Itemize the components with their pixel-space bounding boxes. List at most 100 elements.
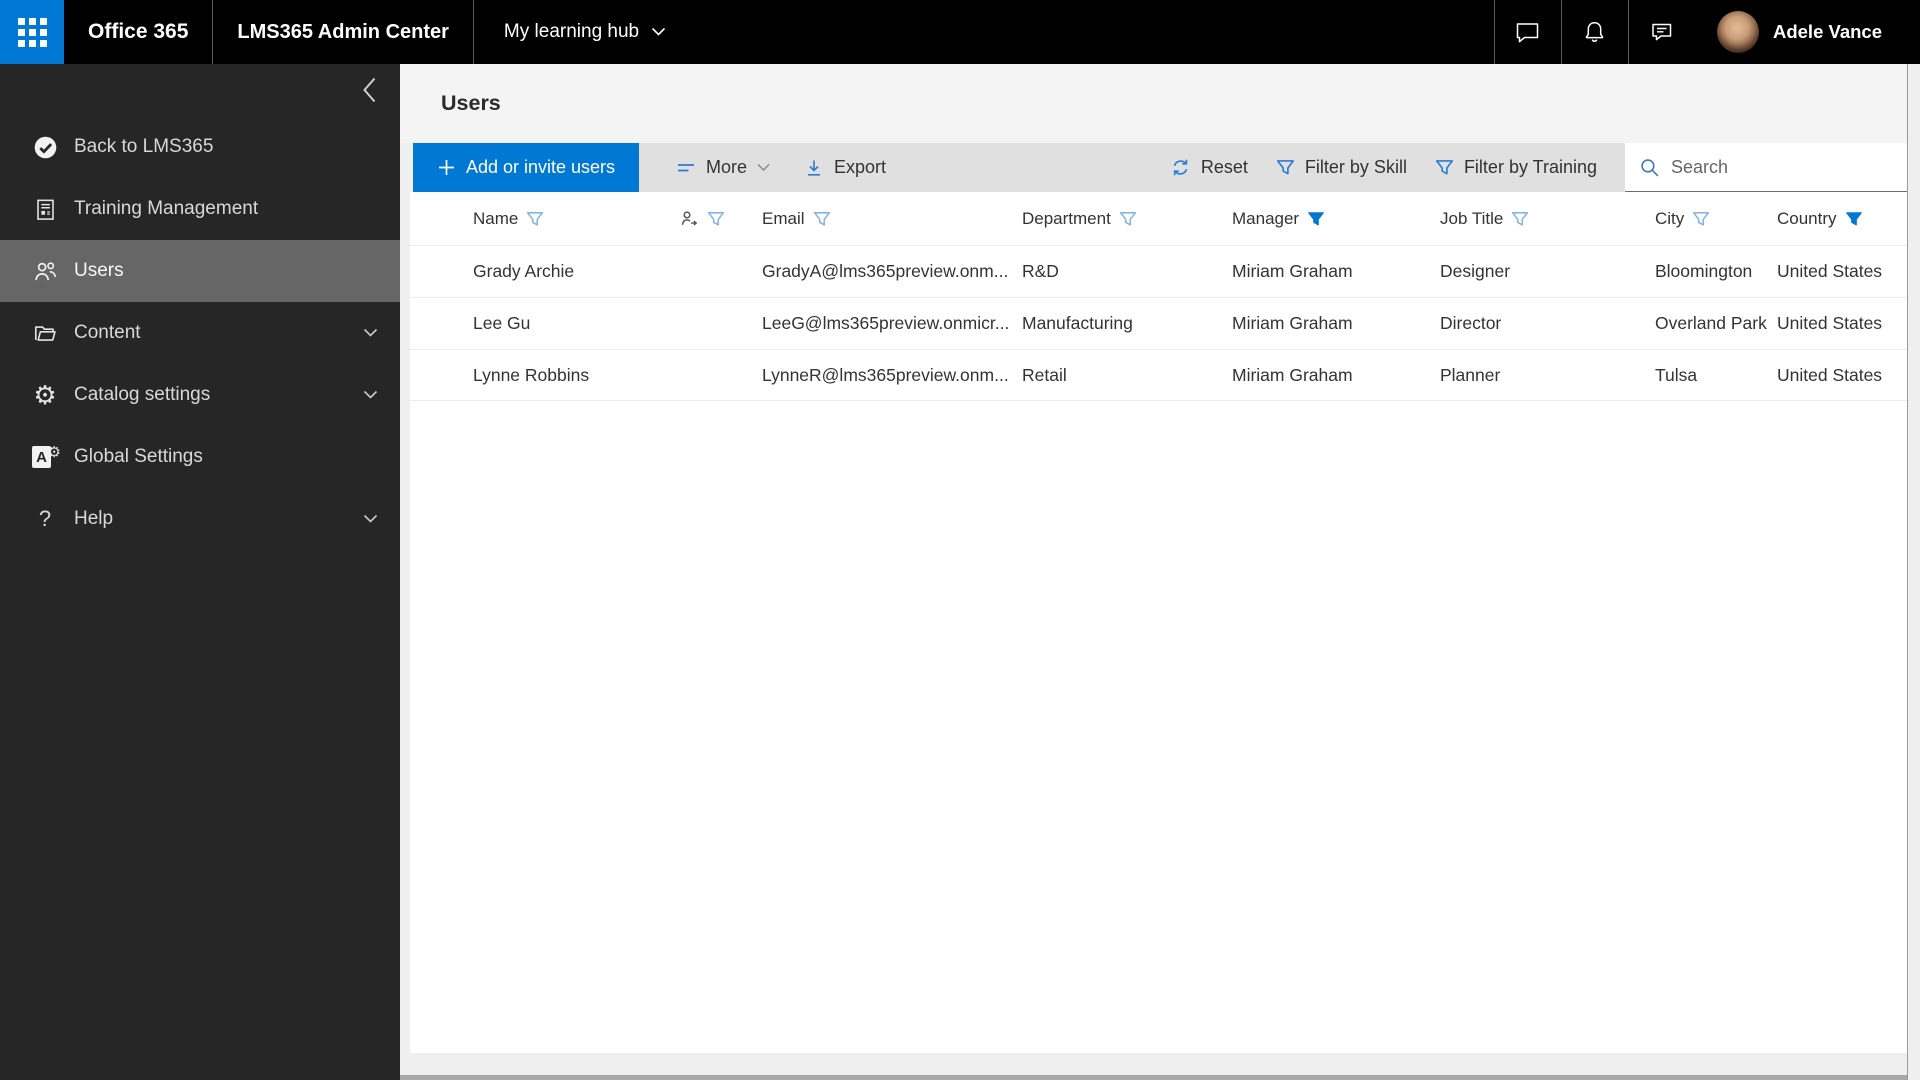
filter-icon[interactable] [1119,210,1137,228]
users-toolbar: Add or invite users More Export Reset Fi… [413,143,1907,192]
search-box [1625,143,1907,192]
cell-city: Bloomington [1655,261,1753,281]
column-header-label: Country [1777,208,1837,228]
sidebar-item-help[interactable]: ? Help [0,488,400,550]
table-row[interactable]: Grady Archie GradyA@lms365preview.onm...… [410,245,1907,297]
download-icon [808,160,821,176]
cell-name: Lee Gu [473,313,531,333]
sidebar-item-back-to-lms365[interactable]: Back to LMS365 [0,116,400,178]
search-input[interactable] [1625,143,1907,192]
cell-name: Lynne Robbins [473,364,590,385]
column-header-name[interactable]: Name [473,209,680,229]
lms365-logo-icon [30,134,60,161]
sidebar-item-label: Training Management [74,198,259,219]
training-document-icon [30,197,60,222]
topbar-right-group: Adele Vance [1493,0,1920,64]
lms365-admin-users-page: Office 365 LMS365 Admin Center My learni… [0,0,1920,1080]
app-launcher-button[interactable] [0,0,64,64]
sidebar-item-content[interactable]: Content [0,302,400,364]
waffle-icon [17,17,47,47]
cell-job-title: Director [1440,313,1502,333]
chat-button[interactable] [1495,0,1561,64]
filter-icon[interactable] [1692,210,1710,228]
expand-chevron-icon [363,514,378,524]
column-header-department[interactable]: Department [1022,209,1232,229]
page-header-band: Users [400,64,1907,143]
gear-icon: ⚙ [33,380,57,410]
cell-name: Grady Archie [473,261,575,281]
collapse-sidebar-button[interactable] [361,76,378,104]
chevron-down-icon [652,27,666,36]
column-header-city[interactable]: City [1655,209,1777,229]
right-gutter [1907,64,1920,1080]
bell-icon [1586,21,1604,42]
cell-job-title: Planner [1440,364,1501,385]
hub-dropdown[interactable]: My learning hub [474,0,696,64]
people-icon [30,258,60,285]
column-header-manager[interactable]: Manager [1232,209,1440,229]
table-row[interactable]: Lynne Robbins LynneR@lms365preview.onm..… [410,349,1907,401]
chat-icon [1517,22,1539,42]
expand-chevron-icon [363,390,378,400]
sidebar-item-users[interactable]: Users [0,240,400,302]
cell-city: Overland Park [1655,313,1767,333]
expand-chevron-icon [363,328,378,338]
filter-icon[interactable] [813,210,831,228]
column-header-country[interactable]: Country [1777,209,1907,229]
folder-open-icon [30,320,60,346]
sidebar-item-label: Back to LMS365 [74,136,214,157]
hub-dropdown-label: My learning hub [503,21,640,42]
filter-icon[interactable] [1511,210,1529,228]
notifications-button[interactable] [1562,0,1628,64]
sidebar-item-label: Global Settings [74,446,203,467]
filter-icon[interactable] [707,210,725,228]
cell-country: United States [1777,364,1883,385]
sidebar-item-training-management[interactable]: Training Management [0,178,400,240]
reset-button[interactable]: Reset [1156,143,1262,192]
sidebar-item-label: Users [74,260,124,281]
sidebar-item-label: Catalog settings [74,384,211,405]
add-or-invite-users-button[interactable]: Add or invite users [413,143,639,192]
column-header-email[interactable]: Email [762,209,1022,229]
column-header-user-type[interactable] [680,210,762,228]
column-header-label: Email [762,208,805,228]
reset-icon [1173,159,1188,176]
horizontal-scrollbar[interactable] [400,1075,1920,1080]
filter-icon [1276,160,1294,175]
user-name: Adele Vance [1772,21,1882,42]
cell-department: R&D [1022,261,1059,281]
cell-email: LeeG@lms365preview.onmicr... [762,313,1010,333]
column-header-label: Name [473,208,519,228]
cell-manager: Miriam Graham [1232,313,1353,333]
avatar [1716,11,1759,53]
account-menu[interactable]: Adele Vance [1695,0,1920,64]
sidebar-item-global-settings[interactable]: A ⚙ Global Settings [0,426,400,488]
question-mark-icon: ? [38,506,52,531]
cell-job-title: Designer [1440,261,1511,281]
cell-city: Tulsa [1655,364,1698,385]
cell-country: United States [1777,313,1883,333]
filter-by-skill-button[interactable]: Filter by Skill [1262,143,1421,192]
left-navigation: Back to LMS365 Training Management Users… [0,64,400,1080]
export-button[interactable]: Export [787,143,903,192]
filter-icon-active[interactable] [1307,210,1325,228]
column-header-label: City [1655,208,1685,228]
filter-icon[interactable] [526,210,544,228]
table-row[interactable]: Lee Gu LeeG@lms365preview.onmicr... Manu… [410,297,1907,349]
column-header-job-title[interactable]: Job Title [1440,209,1655,229]
column-header-label: Job Title [1440,208,1504,228]
sidebar-item-catalog-settings[interactable]: ⚙ Catalog settings [0,364,400,426]
table-header-row: Name Email Department Manager Job Title … [410,192,1907,245]
filter-icon-active[interactable] [1845,210,1863,228]
main-content: Users Add or invite users More Export Re… [400,64,1920,1080]
filter-icon [1435,160,1453,175]
brand-office365[interactable]: Office 365 [64,0,212,64]
suite-top-bar: Office 365 LMS365 Admin Center My learni… [0,0,1920,64]
feedback-button[interactable] [1629,0,1695,64]
chevron-down-icon [757,163,770,172]
users-table: Name Email Department Manager Job Title … [410,192,1907,1053]
filter-by-training-button[interactable]: Filter by Training [1421,143,1611,192]
cell-email: GradyA@lms365preview.onm... [762,261,1009,281]
cell-manager: Miriam Graham [1232,364,1353,385]
more-menu-button[interactable]: More [659,143,787,192]
